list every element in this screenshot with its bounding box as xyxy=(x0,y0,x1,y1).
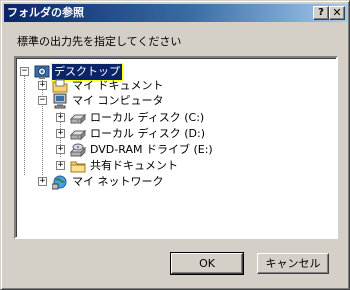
close-button[interactable]: ✕ xyxy=(329,6,345,20)
my-network-icon xyxy=(52,175,67,190)
expand-icon[interactable]: + xyxy=(56,145,65,154)
cancel-button[interactable]: キャンセル xyxy=(257,253,329,274)
folder-tree[interactable]: − デスクトップ + マイ ドキュメント − マイ コンピュータ + ローカル … xyxy=(14,56,338,239)
expand-icon[interactable]: + xyxy=(38,177,47,186)
tree-item-label: DVD-RAM ドライブ (E:) xyxy=(90,143,213,156)
tree-item-label: マイ コンピュータ xyxy=(72,94,164,107)
instruction-text: 標準の出力先を指定してください xyxy=(17,35,182,48)
tree-item-label: ローカル ディスク (D:) xyxy=(90,127,205,140)
expand-icon[interactable]: + xyxy=(56,129,65,138)
tree-item-label: 共有ドキュメント xyxy=(90,159,178,172)
expand-icon[interactable]: + xyxy=(56,161,65,170)
my-documents-icon xyxy=(52,79,68,93)
title-bar[interactable]: フォルダの参照 ? ✕ xyxy=(4,4,348,22)
close-icon: ✕ xyxy=(332,6,342,19)
my-computer-icon xyxy=(53,93,67,109)
help-icon: ? xyxy=(318,7,324,18)
tree-item-label: マイ ドキュメント xyxy=(72,79,164,92)
hard-disk-icon xyxy=(70,129,86,141)
dvd-drive-icon xyxy=(70,143,86,158)
collapse-icon[interactable]: − xyxy=(38,96,47,105)
tree-item-label: マイ ネットワーク xyxy=(72,175,164,188)
browse-folder-dialog: フォルダの参照 ? ✕ 標準の出力先を指定してください − デスクトップ + マ… xyxy=(0,0,350,290)
expand-icon[interactable]: + xyxy=(38,81,47,90)
tree-item-label: ローカル ディスク (C:) xyxy=(90,111,205,124)
hard-disk-icon xyxy=(70,113,86,125)
shared-folder-icon xyxy=(70,161,86,173)
window-title: フォルダの参照 xyxy=(7,6,84,19)
help-button[interactable]: ? xyxy=(313,6,329,20)
ok-button[interactable]: OK xyxy=(170,252,244,275)
expand-icon[interactable]: + xyxy=(56,113,65,122)
